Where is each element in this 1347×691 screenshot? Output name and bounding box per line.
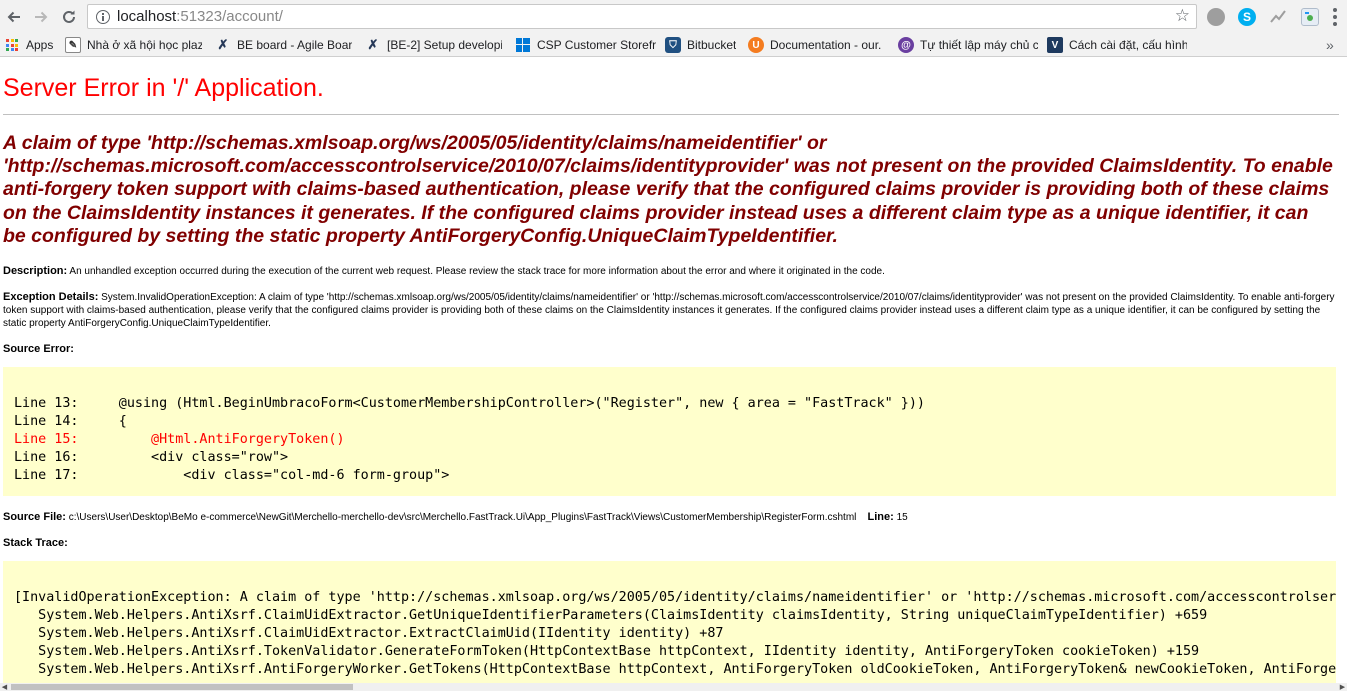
- bookmark-label: Documentation - our.: [770, 38, 882, 52]
- stack-line: [InvalidOperationException: A claim of t…: [14, 590, 1336, 605]
- bookmark-label: Apps: [26, 38, 54, 52]
- bookmark-apps[interactable]: Apps: [6, 36, 53, 54]
- bookmark-label: BE board - Agile Boar: [237, 38, 352, 52]
- site-logo-icon: V: [1047, 37, 1063, 53]
- umbraco-icon: U: [748, 37, 764, 53]
- bookmark-item[interactable]: ✗ [BE-2] Setup developi: [365, 36, 502, 54]
- kebab-menu-icon[interactable]: [1333, 8, 1337, 26]
- exception-label: Exception Details:: [3, 291, 99, 303]
- bookmark-label: Bitbucket: [687, 38, 737, 52]
- bookmark-item[interactable]: V Cách cài đặt, cấu hình: [1047, 36, 1187, 54]
- scroll-left-icon[interactable]: ◀: [0, 683, 9, 691]
- error-message: A claim of type 'http://schemas.xmlsoap.…: [3, 132, 1333, 247]
- source-error-box: Line 13: @using (Html.BeginUmbracoForm<C…: [3, 367, 1336, 496]
- stack-line: System.Web.Helpers.AntiXsrf.AntiForgeryW…: [14, 662, 1336, 677]
- source-error-label: Source Error:: [3, 343, 74, 355]
- stack-line: System.Web.Helpers.AntiXsrf.ClaimUidExtr…: [14, 626, 724, 641]
- skype-icon[interactable]: S: [1238, 8, 1256, 26]
- stack-trace-box[interactable]: [InvalidOperationException: A claim of t…: [3, 561, 1336, 683]
- jira-icon: ✗: [367, 37, 379, 52]
- horizontal-scrollbar[interactable]: ◀ ▶: [0, 683, 1347, 691]
- url-text[interactable]: localhost:51323/account/: [117, 8, 283, 25]
- bookmark-label: Cách cài đặt, cấu hình: [1069, 38, 1187, 52]
- extension-gray-icon[interactable]: [1207, 8, 1225, 26]
- jira-icon: ✗: [217, 37, 229, 52]
- bookmark-item[interactable]: U Documentation - our.: [748, 36, 888, 54]
- exception-details: Exception Details: System.InvalidOperati…: [3, 291, 1338, 330]
- arrow-left-icon: [7, 11, 20, 23]
- bookmark-label: [BE-2] Setup developi: [387, 38, 502, 52]
- bookmark-item[interactable]: ⛉ Bitbucket: [665, 36, 736, 54]
- source-line: Line 17: <div class="col-md-6 form-group…: [14, 468, 450, 483]
- description-text: An unhandled exception occurred during t…: [69, 266, 885, 277]
- address-bar[interactable]: localhost:51323/account/ ☆: [87, 4, 1197, 29]
- description-label: Description:: [3, 265, 68, 277]
- stack-line: System.Web.Helpers.AntiXsrf.TokenValidat…: [14, 644, 1200, 659]
- source-line: Line 16: <div class="row">: [14, 450, 289, 465]
- scrollbar-thumb[interactable]: [11, 684, 353, 690]
- exception-text: System.InvalidOperationException: A clai…: [3, 292, 1335, 329]
- bookmark-label: Nhà ở xã hội học plaz: [87, 38, 202, 52]
- source-file-label: Source File:: [3, 511, 66, 523]
- page-icon: ✎: [65, 37, 81, 53]
- line-number: 15: [896, 512, 908, 523]
- url-path: :51323/account/: [176, 8, 283, 25]
- bookmark-label: CSP Customer Storefr: [537, 38, 656, 52]
- description: Description: An unhandled exception occu…: [3, 265, 1338, 278]
- extension-pulse-icon[interactable]: [1269, 8, 1287, 26]
- more-bookmarks-button[interactable]: »: [1326, 37, 1334, 53]
- source-line: Line 14: {: [14, 414, 127, 429]
- stack-line: System.Web.Helpers.AntiXsrf.ClaimUidExtr…: [14, 608, 1208, 623]
- browser-toolbar: localhost:51323/account/ ☆ S: [0, 0, 1347, 33]
- reload-icon: [63, 10, 75, 23]
- forward-button[interactable]: [30, 6, 52, 28]
- bookmark-item[interactable]: CSP Customer Storefr: [515, 36, 656, 54]
- scroll-right-icon[interactable]: ▶: [1338, 683, 1347, 691]
- extension-screenshot-icon[interactable]: [1301, 8, 1319, 26]
- bookmark-star-icon[interactable]: ☆: [1175, 6, 1190, 26]
- source-line-highlighted: Line 15: @Html.AntiForgeryToken(): [14, 432, 345, 447]
- info-icon[interactable]: [96, 9, 110, 24]
- source-line: Line 13: @using (Html.BeginUmbracoForm<C…: [14, 396, 925, 411]
- url-host: localhost: [117, 8, 177, 25]
- source-file-path: c:\Users\User\Desktop\BeMo e-commerce\Ne…: [68, 512, 857, 523]
- bookmark-label: Tự thiết lập máy chủ c: [920, 38, 1038, 52]
- at-sign-icon: @: [898, 37, 914, 53]
- page-content: Server Error in '/' Application. A claim…: [0, 58, 1347, 683]
- source-file: Source File: c:\Users\User\Desktop\BeMo …: [3, 511, 1338, 524]
- arrow-right-icon: [35, 11, 48, 23]
- bookmark-item[interactable]: ✎ Nhà ở xã hội học plaz: [65, 36, 202, 54]
- apps-grid-icon: [6, 39, 18, 51]
- windows-icon: [515, 37, 531, 53]
- bookmark-item[interactable]: ✗ BE board - Agile Boar: [215, 36, 352, 54]
- stack-trace-label: Stack Trace:: [3, 537, 68, 549]
- bookmarks-bar: Apps ✎ Nhà ở xã hội học plaz ✗ BE board …: [0, 33, 1347, 57]
- page-title: Server Error in '/' Application.: [3, 74, 1339, 115]
- line-label: Line:: [867, 511, 894, 523]
- back-button[interactable]: [3, 6, 25, 28]
- bitbucket-icon: ⛉: [665, 37, 681, 53]
- reload-button[interactable]: [58, 6, 80, 28]
- bookmark-item[interactable]: @ Tự thiết lập máy chủ c: [898, 36, 1038, 54]
